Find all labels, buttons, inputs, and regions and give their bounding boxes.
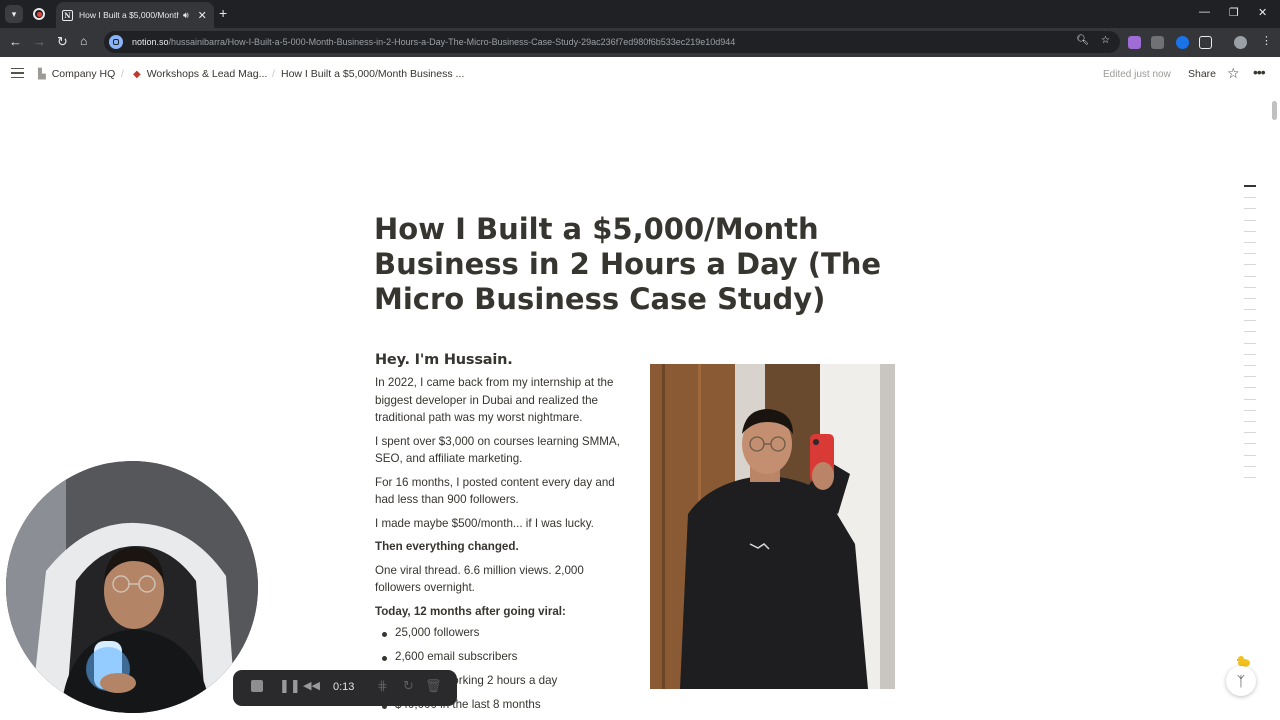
extensions-puzzle-icon[interactable] [1199, 36, 1212, 49]
intro-column: Hey. I'm Hussain. In 2022, I came back f… [375, 352, 625, 711]
browser-tab-active[interactable]: N How I Built a $5,000/Month 🔊︎ ✕ [56, 2, 214, 28]
notion-topbar: ▙ Company HQ / ◆ Workshops & Lead Mag...… [0, 57, 1280, 91]
speaker-icon[interactable]: 🔊︎ [183, 10, 189, 21]
stop-icon[interactable] [251, 680, 263, 692]
reload-icon[interactable]: ↻ [57, 34, 68, 50]
breadcrumb-current-page[interactable]: How I Built a $5,000/Month Business ... [281, 68, 464, 80]
photo-illustration [650, 364, 895, 689]
forward-arrow-icon[interactable]: → [33, 34, 46, 49]
new-tab-plus-icon[interactable]: + [219, 6, 227, 20]
paragraph[interactable]: I made maybe $500/month... if I was luck… [375, 515, 625, 533]
recording-timer: 0:13 [333, 681, 355, 693]
ai-face-icon: ᛉ [1236, 673, 1246, 689]
address-bar[interactable]: notion.so/hussainibarra/How-I-Built-a-5-… [104, 31, 1120, 53]
tab-title: How I Built a $5,000/Month [79, 10, 179, 20]
toc-line-active[interactable] [1244, 185, 1256, 187]
restart-icon[interactable]: ↻ [403, 678, 414, 694]
edited-status: Edited just now [1103, 69, 1171, 80]
list-item[interactable]: 2,600 email subscribers [381, 650, 517, 663]
webcam-illustration [6, 461, 258, 713]
webcam-overlay[interactable] [6, 461, 258, 713]
notion-ai-button[interactable]: ᛉ [1226, 666, 1256, 696]
list-item[interactable]: 25,000 followers [381, 626, 479, 639]
grid-icon[interactable]: ⋕ [377, 678, 388, 694]
browser-tab-bar: ▾ N How I Built a $5,000/Month 🔊︎ ✕ + — … [0, 0, 1280, 28]
extension-icon[interactable] [1128, 36, 1141, 49]
bookmark-star-icon[interactable]: ☆ [1101, 35, 1110, 46]
page-title[interactable]: How I Built a $5,000/Month Business in 2… [374, 212, 904, 317]
paragraph[interactable]: I spent over $3,000 on courses learning … [375, 433, 625, 468]
pause-icon[interactable]: ❚❚ [279, 678, 301, 694]
breadcrumb-workshops[interactable]: ◆ Workshops & Lead Mag... [133, 68, 267, 80]
table-of-contents[interactable] [1244, 185, 1256, 488]
breadcrumb-company-hq[interactable]: ▙ Company HQ [38, 68, 115, 80]
recording-indicator-icon[interactable] [33, 8, 45, 20]
site-info-icon[interactable] [109, 35, 123, 49]
sidebar-menu-icon[interactable] [11, 68, 24, 78]
notion-favicon-icon: N [62, 9, 73, 21]
book-icon: ◆ [133, 68, 141, 80]
tab-list-chevron-icon[interactable]: ▾ [5, 5, 23, 23]
back-arrow-icon[interactable]: ← [9, 34, 22, 49]
building-icon: ▙ [38, 68, 46, 80]
favorite-star-icon[interactable]: ☆ [1227, 65, 1240, 82]
paragraph-bold[interactable]: Then everything changed. [375, 538, 625, 556]
paragraph[interactable]: One viral thread. 6.6 million views. 2,0… [375, 562, 625, 597]
browser-menu-icon[interactable]: ⋮ [1261, 34, 1272, 47]
minimize-icon[interactable]: — [1199, 6, 1210, 18]
paragraph[interactable]: For 16 months, I posted content every da… [375, 474, 625, 509]
rewind-icon[interactable]: ◀◀ [303, 679, 320, 692]
close-tab-icon[interactable]: ✕ [198, 9, 207, 22]
window-close-icon[interactable]: ✕ [1258, 6, 1267, 19]
extension-glasses-icon[interactable] [1151, 36, 1164, 49]
url-text[interactable]: notion.so/hussainibarra/How-I-Built-a-5-… [132, 37, 735, 47]
profile-avatar-icon[interactable] [1234, 36, 1247, 49]
more-options-icon[interactable]: ••• [1253, 64, 1266, 80]
browser-toolbar: ← → ↻ ⌂ notion.so/hussainibarra/How-I-Bu… [0, 28, 1280, 57]
trash-icon[interactable]: 🗑︎ [425, 678, 442, 694]
zoom-search-icon[interactable]: 🔍︎ [1076, 35, 1089, 46]
page-scrollbar[interactable] [1272, 101, 1277, 120]
paragraph-bold[interactable]: Today, 12 months after going viral: [375, 603, 625, 621]
paragraph[interactable]: In 2022, I came back from my internship … [375, 374, 625, 427]
share-button[interactable]: Share [1188, 68, 1216, 80]
home-icon[interactable]: ⌂ [80, 34, 87, 48]
restore-icon[interactable]: ❐ [1229, 6, 1239, 19]
profile-photo[interactable] [650, 364, 895, 689]
intro-heading[interactable]: Hey. I'm Hussain. [375, 352, 625, 368]
extension-blue-icon[interactable] [1176, 36, 1189, 49]
